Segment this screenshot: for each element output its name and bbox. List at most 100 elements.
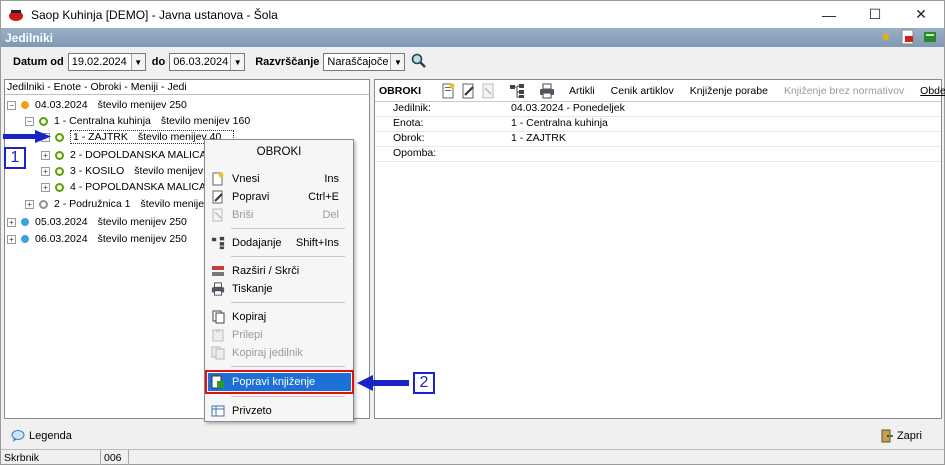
- expand-icon[interactable]: +: [7, 234, 16, 244]
- menu-item-print[interactable]: Tiskanje: [208, 280, 351, 298]
- export-pdf-icon[interactable]: [900, 29, 916, 45]
- tree-node-date[interactable]: + 06.03.2024 število menijev 250: [7, 231, 197, 247]
- menu-item-copy-menu: Kopiraj jedilnik: [208, 344, 351, 362]
- post-without-norms-button: Knjiženje brez normativov: [783, 84, 905, 97]
- status-ring-icon: [39, 199, 48, 209]
- search-icon[interactable]: [411, 53, 429, 71]
- exit-door-icon: [880, 429, 894, 443]
- tree-node-date[interactable]: − 04.03.2024 število menijev 250: [7, 97, 197, 113]
- hierarchy-icon: [210, 235, 226, 251]
- delete-document-icon: [210, 207, 226, 223]
- collapse-icon[interactable]: −: [25, 116, 34, 126]
- bottom-bar: Legenda Zapri: [1, 425, 944, 447]
- module-title: Jedilniki: [5, 30, 54, 45]
- menu-item-add[interactable]: Dodajanje Shift+Ins: [208, 234, 351, 252]
- menu-divider: [231, 396, 345, 397]
- status-user: Skrbnik: [1, 450, 101, 465]
- menu-item-delete: Briši Del: [208, 206, 351, 224]
- book-icon[interactable]: [922, 29, 938, 45]
- edit-document-icon[interactable]: [461, 82, 475, 100]
- title-bar: Saop Kuhinja [DEMO] - Javna ustanova - Š…: [1, 1, 944, 28]
- favorite-star-icon[interactable]: ★: [878, 29, 894, 45]
- details-panel: OBROKI Artikli Cenik artiklov Knjiženje …: [374, 79, 945, 419]
- paste-icon: [210, 327, 226, 343]
- post-consumption-button[interactable]: Knjiženje porabe: [690, 85, 768, 97]
- collapse-icon[interactable]: −: [7, 100, 16, 110]
- menu-divider: [231, 256, 345, 257]
- hierarchy-icon[interactable]: [509, 82, 525, 100]
- status-ring-icon: [55, 132, 64, 142]
- status-ring-icon: [55, 182, 64, 192]
- status-dot-icon: [21, 101, 29, 109]
- status-ring-icon: [39, 116, 48, 126]
- expand-icon[interactable]: +: [41, 166, 50, 176]
- close-icon[interactable]: ✕: [898, 1, 944, 28]
- module-header: Jedilniki: [1, 28, 944, 47]
- menu-item-edit[interactable]: Popravi Ctrl+E: [208, 188, 351, 206]
- sort-label: Razvrščanje: [255, 56, 320, 68]
- date-from-label: Datum od: [13, 56, 64, 68]
- menu-item-expand-collapse[interactable]: Razširi / Skrči: [208, 262, 351, 280]
- tree-node-unit[interactable]: − 1 - Centralna kuhinja število menijev 1…: [25, 113, 260, 129]
- app-window: Saop Kuhinja [DEMO] - Javna ustanova - Š…: [0, 0, 945, 465]
- artikli-button[interactable]: Artikli: [569, 85, 595, 97]
- fix-posting-icon: [210, 374, 226, 390]
- tree-node-date[interactable]: + 05.03.2024 število menijev 250: [7, 214, 197, 230]
- chevron-down-icon[interactable]: ▼: [390, 54, 405, 70]
- processing-menu-button[interactable]: Obdelave: [920, 85, 945, 97]
- details-title: OBROKI: [379, 84, 421, 97]
- grid-icon: [210, 403, 226, 419]
- chevron-down-icon[interactable]: ▼: [230, 54, 245, 70]
- maximize-icon[interactable]: ☐: [852, 1, 898, 28]
- window-title: Saop Kuhinja [DEMO] - Javna ustanova - Š…: [31, 7, 278, 22]
- edit-document-icon: [210, 189, 226, 205]
- price-list-button[interactable]: Cenik artiklov: [611, 85, 674, 97]
- expand-icon[interactable]: +: [41, 182, 50, 192]
- date-to-input[interactable]: 06.03.2024 ▼: [169, 53, 246, 71]
- menu-item-copy[interactable]: Kopiraj: [208, 308, 351, 326]
- copy-menu-icon: [210, 345, 226, 361]
- new-document-icon[interactable]: [441, 82, 455, 100]
- context-menu: OBROKI Vnesi Ins Popravi Ctrl+E Briši De…: [204, 139, 354, 422]
- date-from-input[interactable]: 19.02.2024 ▼: [67, 53, 146, 71]
- annotation-badge-2: 2: [413, 372, 435, 394]
- details-toolbar: OBROKI Artikli Cenik artiklov Knjiženje …: [375, 80, 945, 102]
- expand-icon[interactable]: +: [41, 150, 50, 160]
- minimize-icon[interactable]: —: [806, 1, 852, 28]
- annotation-arrow-right-icon: [3, 130, 51, 143]
- printer-icon[interactable]: [539, 82, 555, 100]
- detail-row: Jedilnik: 04.03.2024 - Ponedeljek: [375, 102, 941, 117]
- menu-divider: [231, 366, 345, 367]
- legend-button[interactable]: Legenda: [11, 429, 72, 443]
- menu-divider: [231, 228, 345, 229]
- filter-bar: Datum od 19.02.2024 ▼ do 06.03.2024 ▼ Ra…: [1, 49, 944, 75]
- menu-item-insert[interactable]: Vnesi Ins: [208, 170, 351, 188]
- printer-icon: [210, 281, 226, 297]
- menu-item-default[interactable]: Privzeto: [208, 402, 351, 420]
- status-code: 006: [101, 450, 129, 465]
- expand-collapse-icon: [210, 263, 226, 279]
- chevron-down-icon[interactable]: ▼: [130, 54, 145, 70]
- expand-icon[interactable]: +: [25, 199, 34, 209]
- date-to-label: do: [151, 56, 166, 68]
- menu-item-paste: Prilepi: [208, 326, 351, 344]
- new-document-icon: [210, 171, 226, 187]
- sort-select[interactable]: Naraščajoče ▼: [323, 53, 406, 71]
- tree-node-meal[interactable]: + 3 - KOSILO število menijev 40: [41, 163, 228, 179]
- expand-icon[interactable]: +: [7, 217, 16, 227]
- status-ring-icon: [55, 166, 64, 176]
- tree-header: Jedilniki - Enote - Obroki - Meniji - Je…: [5, 80, 369, 95]
- context-menu-title: OBROKI: [256, 146, 302, 158]
- tree-node-unit[interactable]: + 2 - Podružnica 1 število menijev 90: [25, 196, 234, 212]
- menu-item-fix-posting[interactable]: Popravi knjiženje: [205, 370, 354, 394]
- status-ring-icon: [55, 150, 64, 160]
- speech-bubble-icon: [11, 429, 25, 443]
- menu-divider: [231, 302, 345, 303]
- close-button[interactable]: Zapri: [880, 429, 922, 443]
- status-dot-icon: [21, 218, 29, 226]
- status-bar: Skrbnik 006: [1, 449, 944, 465]
- delete-document-icon: [481, 82, 495, 100]
- copy-icon: [210, 309, 226, 325]
- annotation-badge-1: 1: [4, 147, 26, 169]
- status-dot-icon: [21, 235, 29, 243]
